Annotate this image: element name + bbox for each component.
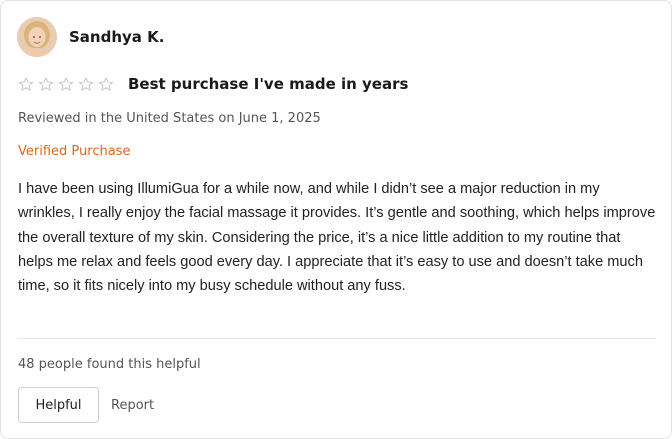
- reviewer-name: Sandhya K.: [69, 28, 165, 46]
- star-icon: [58, 77, 74, 91]
- divider: [18, 338, 656, 339]
- review-card: Sandhya K. Best purchase I've made in ye…: [0, 0, 672, 439]
- avatar: [17, 17, 57, 57]
- helpful-button[interactable]: Helpful: [18, 387, 99, 423]
- reviewer-header: Sandhya K.: [17, 17, 164, 57]
- star-icon: [18, 77, 34, 91]
- report-link[interactable]: Report: [111, 398, 154, 413]
- star-icon: [78, 77, 94, 91]
- review-title-row: Best purchase I've made in years: [18, 75, 408, 93]
- review-meta: Reviewed in the United States on June 1,…: [18, 111, 321, 126]
- helpful-count: 48 people found this helpful: [18, 357, 201, 372]
- star-icon: [38, 77, 54, 91]
- star-icon: [98, 77, 114, 91]
- review-title: Best purchase I've made in years: [128, 75, 409, 93]
- star-rating: [18, 76, 114, 92]
- review-actions: Helpful Report: [18, 387, 154, 423]
- review-body: I have been using IllumiGua for a while …: [18, 181, 656, 295]
- verified-purchase-badge: Verified Purchase: [18, 144, 131, 159]
